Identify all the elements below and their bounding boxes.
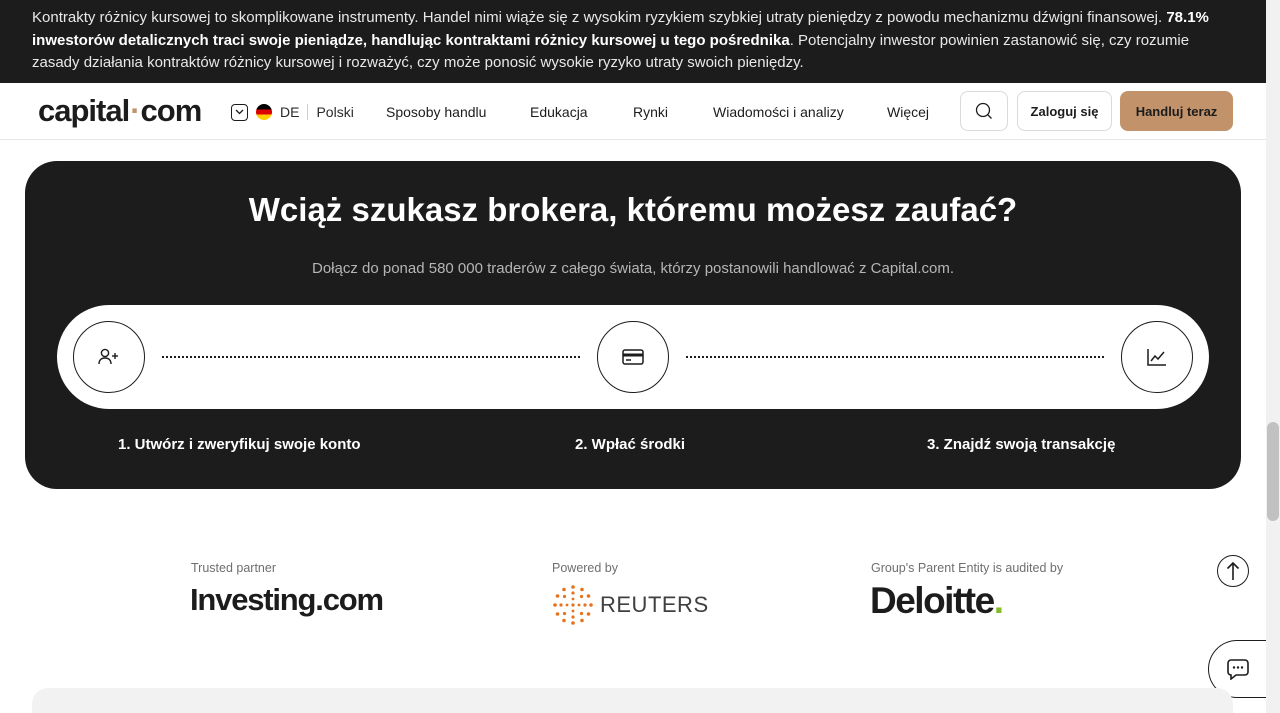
chevron-down-icon[interactable] [231,103,248,121]
language-selector[interactable]: DE Polski [231,102,354,122]
promo-title: Wciąż szukasz brokera, któremu możesz za… [248,191,1018,228]
step-connector-1 [162,356,580,358]
investing-name: Investing [190,582,316,617]
chat-icon [1226,659,1249,680]
reuters-caption: Powered by [552,561,619,575]
search-icon [975,102,992,119]
search-button[interactable] [960,91,1008,131]
next-section-panel [32,688,1233,713]
login-button[interactable]: Zaloguj się [1017,91,1112,131]
investing-suffix: .com [315,582,384,617]
trade-now-button[interactable]: Handluj teraz [1120,91,1233,131]
reuters-name: REUTERS [600,592,709,617]
deloitte-caption: Group's Parent Entity is audited by [871,561,1064,575]
step-connector-2 [686,356,1104,358]
arrow-up-icon [1226,561,1240,580]
divider [307,104,309,120]
deloitte-name: Deloitte [870,580,995,621]
site-header: capital · com DE Polski Sposoby handlu Edu… [0,83,1266,140]
region-code: DE [280,104,300,120]
nav-wiecej[interactable]: Więcej [887,104,929,120]
investing-caption: Trusted partner [191,561,276,575]
page-scrollbar-track[interactable] [1266,0,1280,713]
nav-wiadomosci-i-analizy[interactable]: Wiadomości i analizy [713,104,844,120]
deloitte-dot: . [993,580,1004,621]
page-scrollbar-thumb[interactable] [1267,422,1279,521]
deloitte-logo: Deloitte. [870,580,1004,622]
nav-rynki[interactable]: Rynki [633,104,668,120]
promo-subtitle: Dołącz do ponad 580 000 traderów z całeg… [311,260,955,277]
reuters-dots-icon [553,585,593,625]
step-1-label: 1. Utwórz i zweryfikuj swoje konto [118,436,361,453]
risk-warning-banner: Kontrakty różnicy kursowej to skomplikow… [0,0,1266,83]
logo-dot: · [130,93,140,128]
language-name: Polski [316,104,354,120]
logo-text-left: capital [38,93,130,128]
logo-text-right: com [140,93,203,128]
step-1-circle [73,321,145,393]
nav-sposoby-handlu[interactable]: Sposoby handlu [386,104,486,120]
investing-com-logo: Investing.com [190,582,384,618]
step-3-circle [1121,321,1193,393]
step-2-circle [597,321,669,393]
capital-com-logo[interactable]: capital · com [38,93,203,129]
step-2-label: 2. Wpłać środki [575,436,686,453]
risk-text-before: Kontrakty różnicy kursowej to skomplikow… [32,9,1167,26]
scroll-to-top-button[interactable] [1217,555,1249,587]
credit-card-icon [622,349,644,365]
steps-track [57,305,1209,409]
germany-flag-icon [256,104,272,120]
chart-line-icon [1147,349,1166,366]
nav-edukacja[interactable]: Edukacja [530,104,588,120]
add-user-icon [98,348,118,365]
step-3-label: 3. Znajdź swoją transakcję [927,436,1116,453]
broker-promo-card: Wciąż szukasz brokera, któremu możesz za… [25,161,1241,489]
reuters-logo: REUTERS [552,584,709,626]
